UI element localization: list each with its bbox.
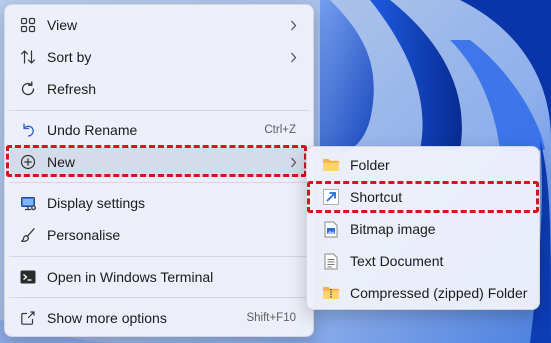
brush-icon	[19, 226, 37, 244]
bitmap-image-icon	[322, 220, 340, 238]
new-submenu: Folder Shortcut Bitmap image Text Docume…	[306, 146, 540, 310]
menu-separator	[9, 182, 309, 183]
shortcut-text: Ctrl+Z	[264, 124, 296, 136]
undo-icon	[19, 121, 37, 139]
menu-item-refresh[interactable]: Refresh	[10, 74, 308, 104]
menu-item-sort-by[interactable]: Sort by	[10, 42, 308, 72]
menu-item-label: Undo Rename	[47, 122, 138, 138]
menu-separator	[9, 110, 309, 111]
menu-item-open-terminal[interactable]: Open in Windows Terminal	[10, 262, 308, 292]
chevron-right-icon	[288, 155, 298, 169]
menu-item-new[interactable]: New	[10, 147, 308, 177]
menu-item-label: Open in Windows Terminal	[47, 269, 214, 285]
menu-item-label: Display settings	[47, 195, 146, 211]
sort-icon	[19, 48, 37, 66]
menu-item-label: Sort by	[47, 49, 92, 65]
desktop: View Sort by Refresh Undo Rename Ctrl+Z …	[0, 0, 551, 343]
refresh-icon	[19, 80, 37, 98]
shortcut-icon	[322, 188, 340, 206]
submenu-item-label: Bitmap image	[350, 221, 436, 237]
share-icon	[19, 309, 37, 327]
submenu-item-label: Folder	[350, 157, 390, 173]
submenu-item-folder[interactable]: Folder	[311, 150, 535, 180]
menu-item-label: Refresh	[47, 81, 97, 97]
submenu-item-shortcut[interactable]: Shortcut	[311, 182, 535, 212]
menu-item-show-more-options[interactable]: Show more options Shift+F10	[10, 303, 308, 333]
shortcut-text: Shift+F10	[246, 312, 296, 324]
submenu-item-text-document[interactable]: Text Document	[311, 246, 535, 276]
chevron-right-icon	[288, 50, 298, 64]
plus-circle-icon	[19, 153, 37, 171]
menu-item-label: Show more options	[47, 310, 167, 326]
zip-folder-icon	[322, 284, 340, 302]
submenu-item-bitmap-image[interactable]: Bitmap image	[311, 214, 535, 244]
menu-item-display-settings[interactable]: Display settings	[10, 188, 308, 218]
menu-item-label: View	[47, 17, 78, 33]
menu-item-view[interactable]: View	[10, 10, 308, 40]
submenu-item-compressed-folder[interactable]: Compressed (zipped) Folder	[311, 278, 535, 308]
folder-icon	[322, 156, 340, 174]
text-document-icon	[322, 252, 340, 270]
submenu-item-label: Compressed (zipped) Folder	[350, 285, 528, 301]
terminal-icon	[19, 268, 37, 286]
menu-item-personalise[interactable]: Personalise	[10, 220, 308, 250]
menu-separator	[9, 297, 309, 298]
submenu-item-label: Text Document	[350, 253, 444, 269]
chevron-right-icon	[288, 18, 298, 32]
menu-separator	[9, 256, 309, 257]
grid-view-icon	[19, 16, 37, 34]
menu-item-label: Personalise	[47, 227, 121, 243]
display-icon	[19, 194, 37, 212]
submenu-item-label: Shortcut	[350, 189, 403, 205]
menu-item-label: New	[47, 154, 76, 170]
context-menu: View Sort by Refresh Undo Rename Ctrl+Z …	[4, 4, 314, 337]
menu-item-undo-rename[interactable]: Undo Rename Ctrl+Z	[10, 115, 308, 145]
